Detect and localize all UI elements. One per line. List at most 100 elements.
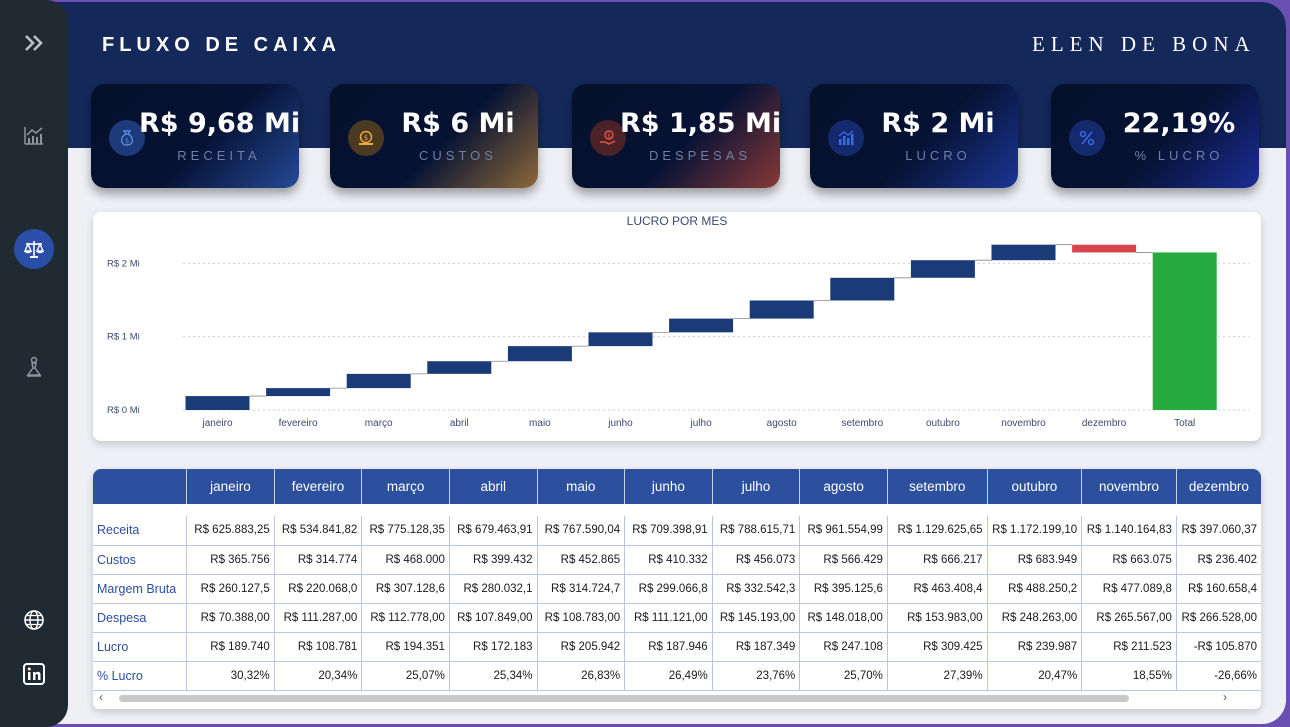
table-corner-cell[interactable] — [93, 469, 187, 504]
column-header[interactable]: março — [361, 469, 450, 504]
table-cell: R$ 961.554,99 — [799, 516, 888, 546]
table-cell: 23,76% — [711, 661, 800, 691]
column-header[interactable]: outubro — [986, 469, 1082, 504]
column-header[interactable]: julho — [711, 469, 800, 504]
table-cell: 20,34% — [273, 661, 362, 691]
table-cell: R$ 205.942 — [536, 632, 625, 662]
table-cell: R$ 488.250,2 — [986, 574, 1082, 604]
table-cell: -26,66% — [1175, 661, 1261, 691]
table-cell: R$ 775.128,35 — [361, 516, 450, 546]
table-cell: R$ 397.060,37 — [1175, 516, 1261, 546]
table-spacer-row — [93, 504, 1261, 516]
linkedin-icon — [23, 663, 45, 685]
kpi-label-custos: CUSTOS — [419, 148, 497, 163]
table-cell: 25,07% — [361, 661, 450, 691]
balance-scale-icon — [23, 241, 45, 258]
profit-waterfall-chart: R$ 0 Mi R$ 1 Mi R$ 2 Mi janeiro fevereiro mar… — [93, 212, 1261, 441]
table-cell: R$ 260.127,5 — [186, 574, 275, 604]
table-cell: R$ 456.073 — [711, 545, 800, 575]
table-cell: R$ 399.432 — [448, 545, 538, 575]
kpi-label-despesas: DESPESAS — [648, 148, 752, 163]
waterfall-bar — [266, 388, 331, 397]
table-cell: R$ 265.567,00 — [1081, 603, 1177, 633]
x-tick-label: outubro — [926, 418, 960, 429]
table-cell: R$ 187.349 — [711, 632, 800, 662]
scroll-right-arrow-icon[interactable]: › — [1223, 690, 1227, 704]
table-cell: 25,34% — [448, 661, 538, 691]
sidebar-item-linkedin[interactable] — [14, 654, 54, 694]
table-cell: R$ 299.066,8 — [624, 574, 713, 604]
table-cell: R$ 625.883,25 — [186, 516, 275, 546]
sidebar-item-charts[interactable] — [14, 115, 54, 155]
x-tick-label: novembro — [1001, 418, 1046, 429]
column-header[interactable]: setembro — [886, 469, 988, 504]
table-cell: R$ 477.089,8 — [1081, 574, 1177, 604]
table-cell: R$ 247.108 — [799, 632, 888, 662]
table-cell: R$ 679.463,91 — [448, 516, 538, 546]
monthly-matrix-table[interactable]: janeiro fevereiro março abril maio junho julho… — [93, 469, 1261, 709]
column-header[interactable]: novembro — [1081, 469, 1177, 504]
x-tick-label: Total — [1174, 418, 1195, 429]
waterfall-bar-total — [1152, 252, 1217, 410]
kpi-label-lucro: LUCRO — [905, 148, 971, 163]
table-cell: R$ 148.018,00 — [799, 603, 888, 633]
table-cell: 18,55% — [1081, 661, 1177, 691]
waterfall-bar — [185, 396, 250, 410]
table-cell: -R$ 105.870 — [1175, 632, 1261, 662]
waterfall-bar — [991, 244, 1056, 261]
column-header[interactable]: janeiro — [186, 469, 275, 504]
table-cell: R$ 410.332 — [624, 545, 713, 575]
column-header[interactable]: junho — [624, 469, 713, 504]
sidebar-nav — [0, 0, 68, 727]
kpi-label-receita: RECEITA — [177, 148, 261, 163]
row-header: Receita — [93, 516, 187, 546]
sidebar-item-cashflow[interactable] — [14, 229, 54, 269]
table-cell: 26,49% — [624, 661, 713, 691]
x-tick-label: abril — [450, 418, 469, 429]
column-header[interactable]: fevereiro — [273, 469, 362, 504]
table-cell: 27,39% — [886, 661, 988, 691]
waterfall-bar — [588, 332, 653, 347]
brand-logo-text: ELEN DE BONA — [1032, 32, 1256, 56]
y-tick-label: R$ 1 Mi — [107, 332, 140, 343]
sidebar-expand-button[interactable] — [14, 23, 54, 63]
table-cell: R$ 452.865 — [536, 545, 625, 575]
spacer-cell — [93, 504, 1261, 516]
kpi-card-despesas: $ R$ 1,85 Mi DESPESAS — [572, 84, 780, 188]
line-chart-icon — [24, 127, 43, 145]
waterfall-bar — [830, 277, 895, 301]
kpi-label-percent-lucro: % LUCRO — [1134, 148, 1224, 163]
x-tick-label: setembro — [841, 418, 883, 429]
x-tick-label: dezembro — [1082, 418, 1127, 429]
sidebar-item-website[interactable] — [14, 600, 54, 640]
kpi-card-lucro: R$ 2 Mi LUCRO — [810, 84, 1018, 188]
table-cell: R$ 767.590,04 — [536, 516, 625, 546]
table-row: % Lucro 30,32% 20,34% 25,07% 25,34% 26,83% 26,… — [93, 661, 1261, 691]
scrollbar-thumb[interactable] — [119, 695, 1129, 702]
svg-text:$: $ — [364, 134, 368, 142]
table-cell: R$ 248.263,00 — [986, 603, 1082, 633]
kpi-value-custos: R$ 6 Mi — [401, 108, 515, 139]
table-cell: R$ 172.183 — [448, 632, 538, 662]
table-cell: R$ 280.032,1 — [448, 574, 538, 604]
column-header[interactable]: dezembro — [1175, 469, 1261, 504]
table-cell: R$ 468.000 — [361, 545, 450, 575]
x-tick-label: março — [365, 418, 393, 429]
table-cell: 25,70% — [799, 661, 888, 691]
horizontal-scrollbar[interactable]: ‹ › — [93, 690, 1261, 705]
table-cell: R$ 236.402 — [1175, 545, 1261, 575]
table-cell: R$ 566.429 — [799, 545, 888, 575]
table-cell: R$ 160.658,4 — [1175, 574, 1261, 604]
sidebar-item-strategy[interactable] — [14, 347, 54, 387]
kpi-value-percent-lucro: 22,19% — [1122, 108, 1236, 139]
scroll-left-arrow-icon[interactable]: ‹ — [99, 690, 103, 704]
table-cell: R$ 266.528,00 — [1175, 603, 1261, 633]
table-cell: R$ 70.388,00 — [186, 603, 275, 633]
table-body: Receita R$ 625.883,25 R$ 534.841,82 R$ 775.… — [93, 504, 1261, 691]
table-cell: R$ 153.983,00 — [886, 603, 988, 633]
table-row: Receita R$ 625.883,25 R$ 534.841,82 R$ 775.… — [93, 516, 1261, 546]
table-cell: R$ 534.841,82 — [273, 516, 362, 546]
column-header[interactable]: maio — [536, 469, 625, 504]
column-header[interactable]: abril — [448, 469, 538, 504]
column-header[interactable]: agosto — [799, 469, 888, 504]
